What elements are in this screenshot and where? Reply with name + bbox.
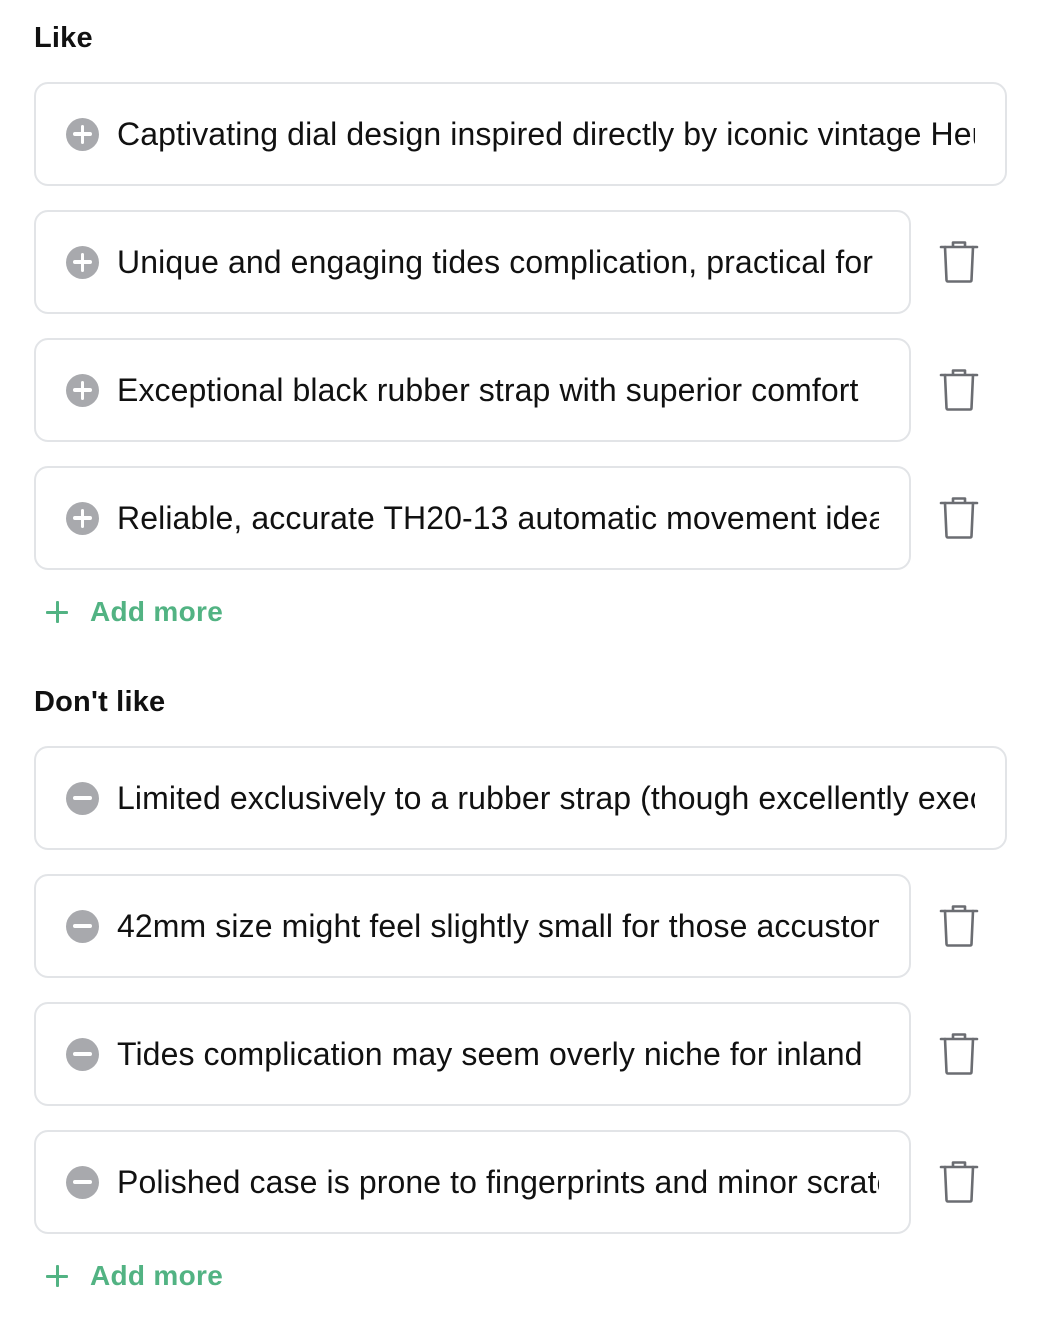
trash-icon [939, 905, 979, 947]
like-row: Exceptional black rubber strap with supe… [34, 338, 1007, 442]
dislike-item-text: Tides complication may seem overly niche… [117, 1035, 863, 1072]
minus-circle-icon [66, 1165, 99, 1199]
plus-circle-icon [66, 501, 99, 535]
like-item-field[interactable]: Reliable, accurate TH20-13 automatic mov… [34, 466, 911, 570]
plus-icon [46, 1265, 68, 1287]
dislike-row: Limited exclusively to a rubber strap (t… [34, 746, 1007, 850]
dislike-item-field[interactable]: Polished case is prone to fingerprints a… [34, 1130, 911, 1234]
like-item-text: Unique and engaging tides complication, … [117, 243, 873, 280]
trash-icon [939, 369, 979, 411]
delete-button[interactable] [911, 1130, 1007, 1234]
minus-circle-icon [66, 909, 99, 943]
like-row: Captivating dial design inspired directl… [34, 82, 1007, 186]
like-list: Captivating dial design inspired directl… [34, 82, 1007, 570]
plus-circle-icon [66, 117, 99, 151]
plus-circle-icon [66, 373, 99, 407]
dislike-row: 42mm size might feel slightly small for … [34, 874, 1007, 978]
dislike-item-field[interactable]: Tides complication may seem overly niche… [34, 1002, 911, 1106]
dislike-list: Limited exclusively to a rubber strap (t… [34, 746, 1007, 1234]
delete-button[interactable] [911, 338, 1007, 442]
dislike-section: Don't like Limited exclusively to a rubb… [34, 684, 1007, 1296]
plus-circle-icon [66, 245, 99, 279]
trash-icon [939, 241, 979, 283]
add-more-label: Add more [90, 596, 224, 627]
dislike-item-field[interactable]: 42mm size might feel slightly small for … [34, 874, 911, 978]
like-row: Reliable, accurate TH20-13 automatic mov… [34, 466, 1007, 570]
dislike-row: Polished case is prone to fingerprints a… [34, 1130, 1007, 1234]
dislike-item-text: Limited exclusively to a rubber strap (t… [117, 779, 975, 816]
minus-circle-icon [66, 1037, 99, 1071]
dislike-section-title: Don't like [34, 686, 166, 718]
add-more-label: Add more [90, 1260, 224, 1291]
dislike-item-text: 42mm size might feel slightly small for … [117, 907, 879, 944]
minus-circle-icon [66, 781, 99, 815]
dislike-row: Tides complication may seem overly niche… [34, 1002, 1007, 1106]
add-more-dislike-button[interactable]: Add more [34, 1256, 1007, 1296]
trash-icon [939, 497, 979, 539]
like-item-field[interactable]: Unique and engaging tides complication, … [34, 210, 911, 314]
like-item-text: Exceptional black rubber strap with supe… [117, 371, 859, 408]
like-section: Like Captivating dial design inspired di… [34, 20, 1007, 632]
like-item-field[interactable]: Captivating dial design inspired directl… [34, 82, 1007, 186]
like-item-text: Reliable, accurate TH20-13 automatic mov… [117, 499, 879, 536]
like-row: Unique and engaging tides complication, … [34, 210, 1007, 314]
plus-icon [46, 601, 68, 623]
delete-button[interactable] [911, 874, 1007, 978]
delete-button[interactable] [911, 466, 1007, 570]
trash-icon [939, 1033, 979, 1075]
delete-button[interactable] [911, 210, 1007, 314]
dislike-item-text: Polished case is prone to fingerprints a… [117, 1163, 879, 1200]
delete-button[interactable] [911, 1002, 1007, 1106]
trash-icon [939, 1161, 979, 1203]
like-item-text: Captivating dial design inspired directl… [117, 115, 975, 152]
like-section-title: Like [34, 22, 93, 54]
like-item-field[interactable]: Exceptional black rubber strap with supe… [34, 338, 911, 442]
add-more-like-button[interactable]: Add more [34, 592, 1007, 632]
dislike-item-field[interactable]: Limited exclusively to a rubber strap (t… [34, 746, 1007, 850]
